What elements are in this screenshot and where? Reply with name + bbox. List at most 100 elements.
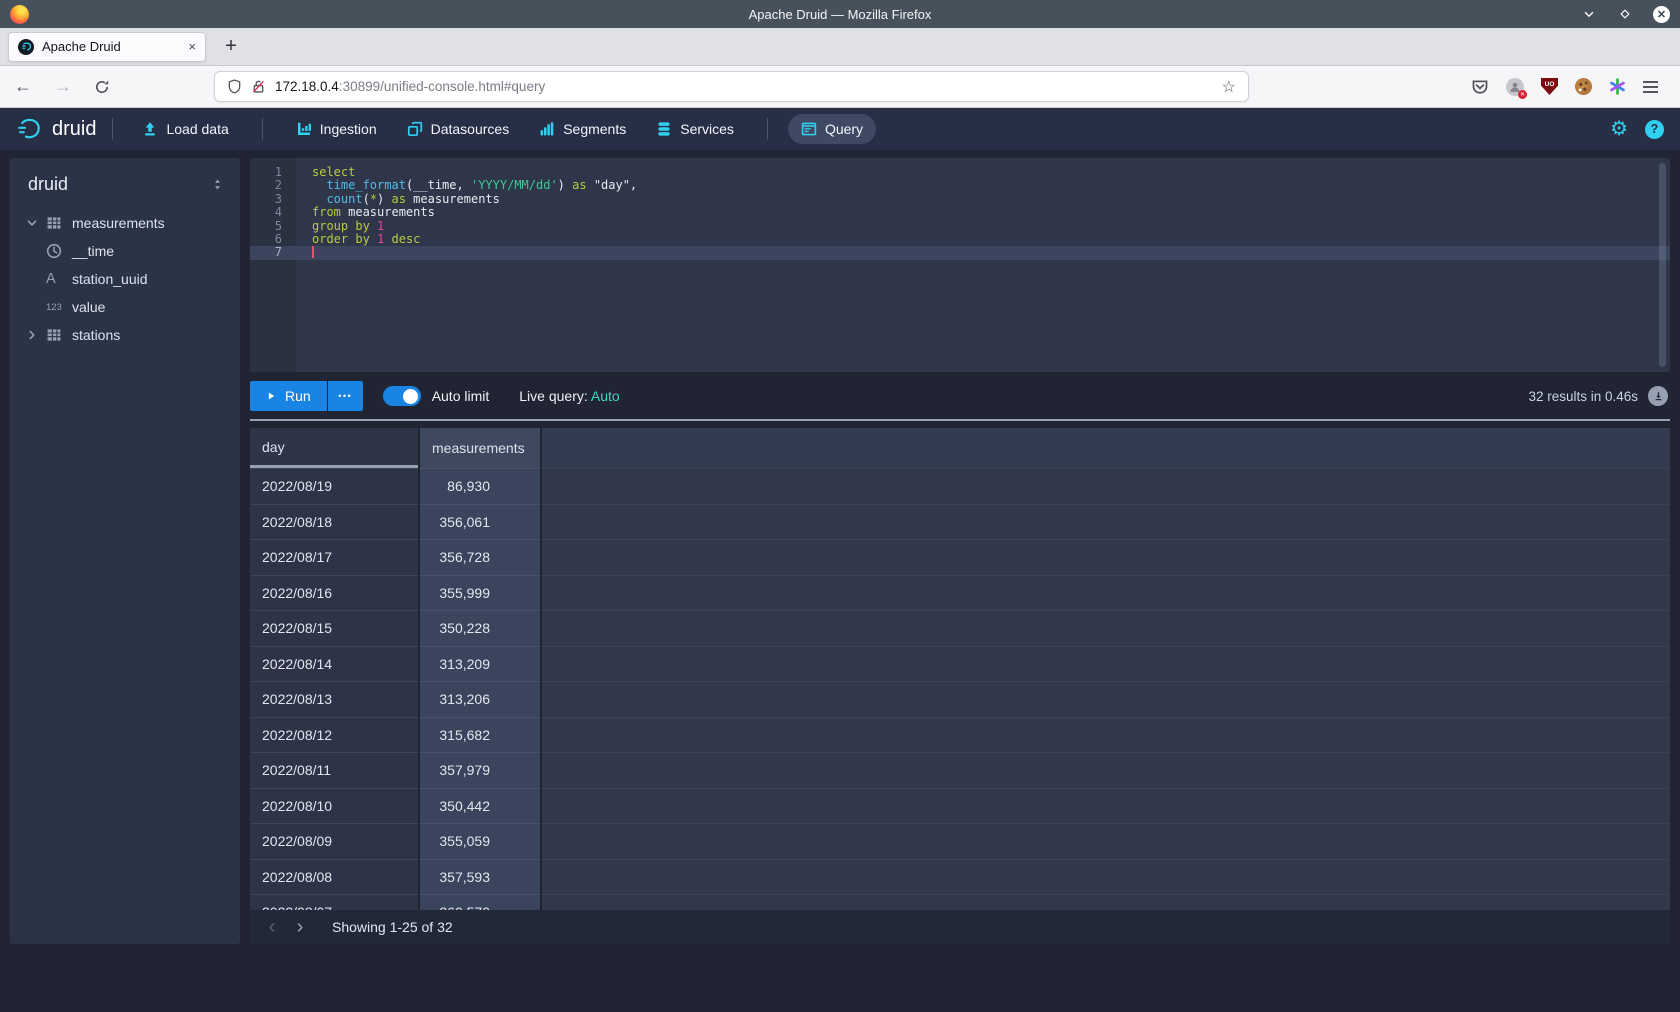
cell-measurements[interactable]: 86,930 xyxy=(420,468,540,504)
chevron-right-icon[interactable] xyxy=(26,329,46,341)
row-filler xyxy=(542,859,1670,895)
line-number: 6 xyxy=(250,233,296,246)
back-button[interactable]: ← xyxy=(14,76,32,97)
next-page-button[interactable]: › xyxy=(286,913,314,941)
cell-measurements[interactable]: 357,593 xyxy=(420,859,540,895)
cell-measurements[interactable]: 357,979 xyxy=(420,752,540,788)
results-summary: 32 results in 0.46s xyxy=(1528,389,1638,404)
new-tab-button[interactable]: + xyxy=(216,32,246,62)
cell-measurements[interactable]: 360,570 xyxy=(420,894,540,910)
extension-asterisk-icon[interactable] xyxy=(1609,78,1626,95)
line-number: 3 xyxy=(250,193,296,206)
cell-day[interactable]: 2022/08/12 xyxy=(250,717,418,753)
ublock-icon[interactable]: UO xyxy=(1541,78,1558,95)
live-query-selector[interactable]: Live query: Auto xyxy=(519,388,619,404)
nav-item-query[interactable]: Query xyxy=(788,114,876,144)
tab-close-icon[interactable]: × xyxy=(188,39,196,54)
gear-icon[interactable]: ⚙ xyxy=(1610,119,1628,139)
editor-line-7: 7 xyxy=(250,246,1670,259)
menu-icon[interactable] xyxy=(1643,81,1658,93)
cell-day[interactable]: 2022/08/07 xyxy=(250,894,418,910)
tree-item-label: station_uuid xyxy=(72,271,148,287)
table-header-row: day measurements xyxy=(250,428,1670,468)
druid-logo-icon xyxy=(16,116,43,143)
cell-measurements[interactable]: 355,059 xyxy=(420,823,540,859)
druid-nav: Load data IngestionDatasourcesSegmentsSer… xyxy=(129,114,876,144)
url-bar[interactable]: 172.18.0.4:30899/unified-console.html#qu… xyxy=(214,71,1249,102)
run-more-button[interactable]: ••• xyxy=(328,381,363,411)
cell-day[interactable]: 2022/08/10 xyxy=(250,788,418,824)
tree-item-station-uuid[interactable]: Astation_uuid xyxy=(22,265,228,293)
pagination-bar: ‹ › Showing 1-25 of 32 xyxy=(250,910,1670,944)
druid-header: druid Load data IngestionDatasourcesSegme… xyxy=(0,108,1680,150)
services-icon xyxy=(656,121,672,137)
browser-toolbar: ← → 172.18.0.4:30899/unified-console.htm… xyxy=(0,66,1680,108)
chevron-down-icon[interactable] xyxy=(26,217,46,229)
editor-scrollbar[interactable] xyxy=(1659,163,1666,367)
cell-day[interactable]: 2022/08/08 xyxy=(250,859,418,895)
download-icon xyxy=(1653,391,1664,402)
row-filler xyxy=(542,717,1670,753)
datasources-icon xyxy=(407,121,423,137)
cell-measurements[interactable]: 355,999 xyxy=(420,575,540,611)
cookie-extension-icon[interactable] xyxy=(1575,78,1592,95)
window-close-button[interactable]: ✕ xyxy=(1653,6,1670,23)
ingestion-icon xyxy=(296,121,312,137)
cell-measurements[interactable]: 356,728 xyxy=(420,539,540,575)
cell-day[interactable]: 2022/08/15 xyxy=(250,610,418,646)
nav-item-ingestion[interactable]: Ingestion xyxy=(283,114,390,144)
forward-button[interactable]: → xyxy=(54,76,72,97)
browser-tab[interactable]: Apache Druid × xyxy=(8,32,206,62)
shield-icon[interactable] xyxy=(227,79,242,94)
column-header-day[interactable]: day xyxy=(250,428,418,468)
run-button[interactable]: Run xyxy=(250,381,327,411)
sql-editor[interactable]: 1select2 time_format(__time, 'YYYY/MM/dd… xyxy=(250,158,1670,372)
bookmark-star-icon[interactable]: ☆ xyxy=(1222,77,1236,97)
auto-limit-toggle[interactable] xyxy=(383,386,421,406)
column-header-measurements[interactable]: measurements xyxy=(420,428,540,468)
tree-item-stations[interactable]: stations xyxy=(22,321,228,349)
cell-day[interactable]: 2022/08/11 xyxy=(250,752,418,788)
cell-day[interactable]: 2022/08/19 xyxy=(250,468,418,504)
tree-item-label: value xyxy=(72,299,105,315)
reload-button[interactable] xyxy=(94,79,110,95)
row-filler xyxy=(542,681,1670,717)
cell-day[interactable]: 2022/08/13 xyxy=(250,681,418,717)
tree-item--time[interactable]: __time xyxy=(22,237,228,265)
window-maximize-button[interactable] xyxy=(1617,6,1633,22)
download-button[interactable] xyxy=(1648,386,1668,406)
cell-day[interactable]: 2022/08/14 xyxy=(250,646,418,682)
code-text: time_format(__time, 'YYYY/MM/dd') as "da… xyxy=(296,179,637,192)
help-icon[interactable]: ? xyxy=(1645,120,1664,139)
row-filler xyxy=(542,575,1670,611)
cell-day[interactable]: 2022/08/16 xyxy=(250,575,418,611)
cell-measurements[interactable]: 350,228 xyxy=(420,610,540,646)
tree-item-measurements[interactable]: measurements xyxy=(22,209,228,237)
datasource-selector[interactable]: druid xyxy=(22,172,228,209)
previous-page-button[interactable]: ‹ xyxy=(258,913,286,941)
cell-measurements[interactable]: 356,061 xyxy=(420,504,540,540)
table-body: 2022/08/1986,9302022/08/18356,0612022/08… xyxy=(250,468,1670,910)
cell-day[interactable]: 2022/08/18 xyxy=(250,504,418,540)
pane-splitter[interactable] xyxy=(250,419,1670,421)
tree-item-value[interactable]: 123value xyxy=(22,293,228,321)
window-minimize-button[interactable] xyxy=(1581,6,1597,22)
nav-item-datasources[interactable]: Datasources xyxy=(394,114,523,144)
cell-day[interactable]: 2022/08/17 xyxy=(250,539,418,575)
row-filler xyxy=(542,504,1670,540)
line-number: 1 xyxy=(250,166,296,179)
druid-brand[interactable]: druid xyxy=(16,116,96,143)
lock-broken-icon[interactable] xyxy=(251,79,266,94)
pocket-icon[interactable] xyxy=(1471,78,1489,96)
cell-day[interactable]: 2022/08/09 xyxy=(250,823,418,859)
row-filler xyxy=(542,788,1670,824)
nav-item-segments[interactable]: Segments xyxy=(526,114,639,144)
cell-measurements[interactable]: 350,442 xyxy=(420,788,540,824)
nav-item-load-data[interactable]: Load data xyxy=(129,114,241,144)
cell-measurements[interactable]: 313,206 xyxy=(420,681,540,717)
druid-favicon-icon xyxy=(18,39,34,55)
account-icon[interactable]: ✕ xyxy=(1506,78,1524,96)
nav-item-services[interactable]: Services xyxy=(643,114,747,144)
cell-measurements[interactable]: 313,209 xyxy=(420,646,540,682)
cell-measurements[interactable]: 315,682 xyxy=(420,717,540,753)
